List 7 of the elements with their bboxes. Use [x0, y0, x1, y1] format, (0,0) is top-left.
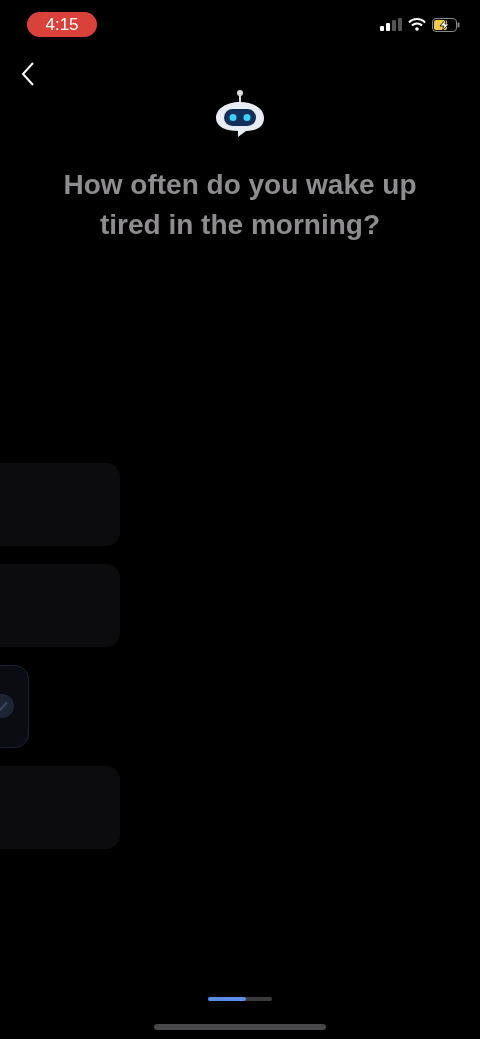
- question-title: How often do you wake up tired in the morning?: [62, 168, 418, 242]
- wifi-icon: [408, 18, 426, 31]
- signal-icon: [380, 18, 402, 31]
- status-time: 4:15: [27, 12, 97, 37]
- robot-icon: [214, 89, 266, 137]
- battery-charging-icon: [432, 17, 460, 32]
- back-icon: [21, 61, 35, 86]
